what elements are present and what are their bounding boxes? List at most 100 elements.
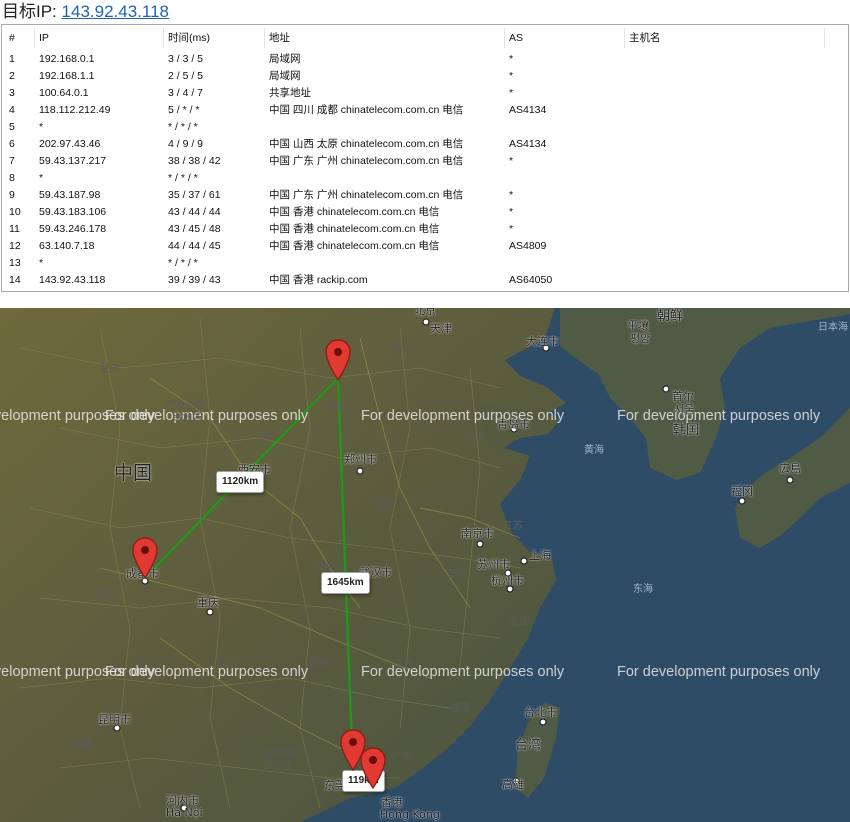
- map-label-suzhou: 苏州市: [477, 558, 510, 571]
- column-header-hop[interactable]: #: [9, 27, 15, 49]
- ip-cell: 59.43.246.178: [39, 223, 107, 235]
- column-divider[interactable]: [504, 28, 505, 48]
- table-row[interactable]: 3 100.64.0.1 3 / 4 / 7 共享地址 *: [2, 85, 848, 102]
- map-label-hongkong-en: Hong Kong: [380, 808, 440, 821]
- column-divider[interactable]: [624, 28, 625, 48]
- time-cell: 3 / 4 / 7: [168, 87, 204, 99]
- column-header-address[interactable]: 地址: [269, 27, 290, 49]
- time-cell: 44 / 44 / 45: [168, 240, 221, 252]
- map-label-yunnan: 云南: [72, 740, 92, 751]
- table-row[interactable]: 1 192.168.0.1 3 / 3 / 5 局域网 *: [2, 51, 848, 68]
- table-row[interactable]: 14 143.92.43.118 39 / 39 / 43 中国 香港 rackip.…: [2, 272, 848, 289]
- hop-cell: 8: [9, 172, 15, 184]
- map-label-shaanxi: 陕西: [258, 430, 278, 441]
- as-cell: *: [509, 189, 514, 201]
- address-cell: 中国 香港 rackip.com: [269, 274, 368, 286]
- map-label-guizhou: 贵州: [216, 658, 236, 669]
- map-label-chongqing: 重庆: [197, 596, 219, 609]
- as-cell: AS4134: [509, 104, 547, 116]
- map-label-china: 中国: [114, 462, 153, 484]
- as-cell: *: [509, 155, 514, 167]
- column-header-ip[interactable]: IP: [39, 27, 49, 49]
- hop-cell: 6: [9, 138, 15, 150]
- table-row[interactable]: 12 63.140.7.18 44 / 44 / 45 中国 香港 chinatele…: [2, 238, 848, 255]
- watermark-text: For development purposes only: [361, 408, 565, 424]
- address-cell: 局域网: [269, 53, 301, 65]
- time-cell: 43 / 44 / 44: [168, 206, 221, 218]
- as-cell: AS64050: [509, 274, 553, 286]
- time-cell: 5 / * / *: [168, 104, 200, 116]
- target-ip-label: 目标IP:: [2, 2, 57, 21]
- time-cell: 2 / 5 / 5: [168, 70, 204, 82]
- table-row[interactable]: 4 118.112.212.49 5 / * / * 中国 四川 成都 chinate…: [2, 102, 848, 119]
- time-cell: 4 / 9 / 9: [168, 138, 204, 150]
- table-row[interactable]: 2 192.168.1.1 2 / 5 / 5 局域网 *: [2, 68, 848, 85]
- table-row[interactable]: 5 * * / * / *: [2, 119, 848, 136]
- map-label-anhui: 安徽: [446, 569, 466, 580]
- hop-cell: 13: [9, 257, 21, 269]
- column-divider[interactable]: [824, 28, 825, 48]
- map-pin-icon[interactable]: [324, 338, 352, 382]
- route-map[interactable]: For development purposes only For develo…: [0, 308, 850, 822]
- distance-label-chengdu-taiyuan[interactable]: 1120km: [216, 471, 265, 493]
- column-divider[interactable]: [34, 28, 35, 48]
- hop-cell: 1: [9, 53, 15, 65]
- watermark-text: For development purposes only: [105, 664, 309, 680]
- ip-cell: 192.168.0.1: [39, 53, 95, 65]
- hop-cell: 2: [9, 70, 15, 82]
- map-label-hebei: 河北: [390, 342, 410, 353]
- ip-cell: 59.43.137.217: [39, 155, 107, 167]
- map-label-pyongyang-ko: 평양: [630, 332, 651, 345]
- map-label-gansu: 甘肃: [100, 364, 120, 375]
- map-label-hunan: 湖南: [309, 658, 329, 669]
- column-header-time[interactable]: 时间(ms): [168, 27, 210, 49]
- table-row[interactable]: 6 202.97.43.46 4 / 9 / 9 中国 山西 太原 chinatele…: [2, 136, 848, 153]
- watermark-text: For development purposes only: [361, 664, 565, 680]
- column-divider[interactable]: [264, 28, 265, 48]
- map-label-kaohsiung: 高雄: [502, 778, 524, 791]
- address-cell: 中国 广东 广州 chinatelecom.com.cn 电信: [269, 189, 464, 201]
- column-header-as[interactable]: AS: [509, 27, 523, 49]
- target-ip-header: 目标IP: 143.92.43.118: [0, 0, 850, 23]
- time-cell: * / * / *: [168, 121, 198, 133]
- column-divider[interactable]: [163, 28, 164, 48]
- map-label-jiangxi: 江西: [394, 660, 414, 671]
- ip-cell: *: [39, 257, 44, 269]
- map-label-shanxi: 山西: [322, 402, 342, 413]
- hop-cell: 4: [9, 104, 15, 116]
- table-header-row: # IP 时间(ms) 地址 AS 主机名: [2, 27, 848, 49]
- hop-cell: 11: [9, 223, 20, 235]
- map-pin-icon[interactable]: [131, 536, 159, 580]
- as-cell: *: [509, 223, 514, 235]
- table-row[interactable]: 13 * * / * / *: [2, 255, 848, 272]
- ip-cell: 202.97.43.46: [39, 138, 101, 150]
- ip-cell: *: [39, 121, 44, 133]
- table-row[interactable]: 7 59.43.137.217 38 / 38 / 42 中国 广东 广州 china…: [2, 153, 848, 170]
- map-label-shandong: 山东: [467, 432, 487, 443]
- map-label-south-korea: 韩国: [673, 423, 700, 438]
- map-label-ningxia-2: 自治区: [172, 412, 202, 423]
- table-row[interactable]: 11 59.43.246.178 43 / 45 / 48 中国 香港 chinate…: [2, 221, 848, 238]
- as-cell: *: [509, 53, 514, 65]
- table-row[interactable]: 9 59.43.187.98 35 / 37 / 61 中国 广东 广州 chinat…: [2, 187, 848, 204]
- map-label-tianjin: 天津: [430, 322, 452, 335]
- time-cell: * / * / *: [168, 172, 198, 184]
- hop-cell: 12: [9, 240, 21, 252]
- address-cell: 局域网: [269, 70, 301, 82]
- map-pin-icon[interactable]: [359, 746, 387, 790]
- traceroute-table: # IP 时间(ms) 地址 AS 主机名 1 192.168.0.1 3 / 3 …: [1, 24, 849, 292]
- distance-label-taiyuan-guangzhou[interactable]: 1645km: [321, 572, 370, 594]
- address-cell: 中国 香港 chinatelecom.com.cn 电信: [269, 223, 440, 235]
- map-label-guangdong: 广东: [392, 752, 412, 763]
- map-label-yellow-sea: 黄海: [584, 445, 604, 456]
- map-label-nanjing: 南京市: [461, 527, 494, 540]
- watermark-text: For development purposes only: [617, 664, 821, 680]
- table-row[interactable]: 8 * * / * / *: [2, 170, 848, 187]
- column-header-hostname[interactable]: 主机名: [629, 27, 661, 49]
- address-cell: 中国 广东 广州 chinatelecom.com.cn 电信: [269, 155, 464, 167]
- target-ip-link[interactable]: 143.92.43.118: [62, 2, 169, 21]
- hop-cell: 7: [9, 155, 15, 167]
- ip-cell: 143.92.43.118: [39, 274, 106, 286]
- map-label-seoul-ko: 서울: [674, 403, 695, 416]
- table-row[interactable]: 10 59.43.183.106 43 / 44 / 44 中国 香港 chinate…: [2, 204, 848, 221]
